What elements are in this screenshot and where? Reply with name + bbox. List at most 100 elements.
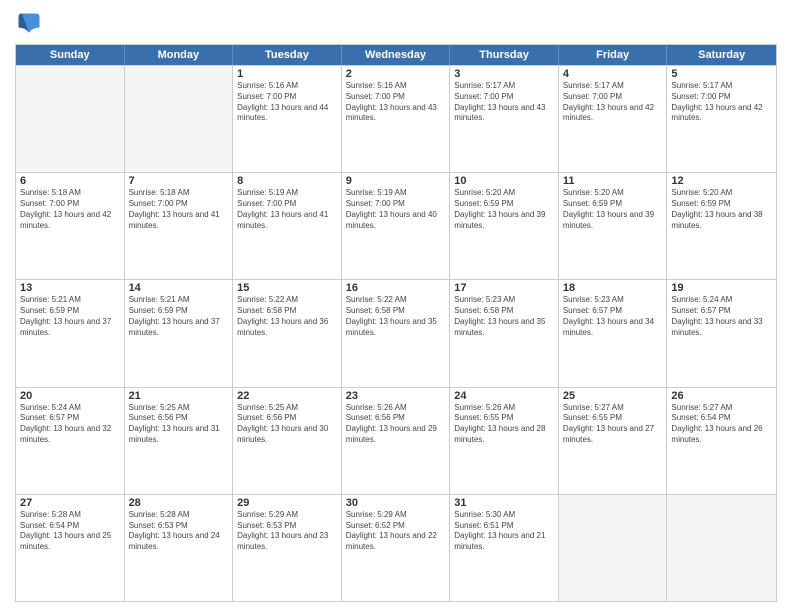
calendar-cell: 28Sunrise: 5:28 AMSunset: 6:53 PMDayligh…: [125, 495, 234, 601]
calendar-cell: [559, 495, 668, 601]
calendar-cell: 29Sunrise: 5:29 AMSunset: 6:53 PMDayligh…: [233, 495, 342, 601]
calendar-cell: 2Sunrise: 5:16 AMSunset: 7:00 PMDaylight…: [342, 66, 451, 172]
calendar-header: SundayMondayTuesdayWednesdayThursdayFrid…: [16, 45, 776, 65]
calendar-cell: 23Sunrise: 5:26 AMSunset: 6:56 PMDayligh…: [342, 388, 451, 494]
day-number: 29: [237, 497, 337, 509]
calendar-cell: 25Sunrise: 5:27 AMSunset: 6:55 PMDayligh…: [559, 388, 668, 494]
day-info: Sunrise: 5:20 AMSunset: 6:59 PMDaylight:…: [454, 188, 554, 231]
day-number: 22: [237, 390, 337, 402]
calendar-body: 1Sunrise: 5:16 AMSunset: 7:00 PMDaylight…: [16, 65, 776, 601]
calendar-row-1: 1Sunrise: 5:16 AMSunset: 7:00 PMDaylight…: [16, 65, 776, 172]
day-info: Sunrise: 5:21 AMSunset: 6:59 PMDaylight:…: [20, 295, 120, 338]
day-info: Sunrise: 5:25 AMSunset: 6:56 PMDaylight:…: [129, 403, 229, 446]
day-number: 10: [454, 175, 554, 187]
day-info: Sunrise: 5:23 AMSunset: 6:58 PMDaylight:…: [454, 295, 554, 338]
day-number: 8: [237, 175, 337, 187]
day-info: Sunrise: 5:20 AMSunset: 6:59 PMDaylight:…: [563, 188, 663, 231]
day-number: 14: [129, 282, 229, 294]
logo-icon: [15, 10, 43, 38]
calendar-cell: 9Sunrise: 5:19 AMSunset: 7:00 PMDaylight…: [342, 173, 451, 279]
calendar-cell: 5Sunrise: 5:17 AMSunset: 7:00 PMDaylight…: [667, 66, 776, 172]
day-info: Sunrise: 5:26 AMSunset: 6:55 PMDaylight:…: [454, 403, 554, 446]
calendar-cell: 17Sunrise: 5:23 AMSunset: 6:58 PMDayligh…: [450, 280, 559, 386]
logo: [15, 10, 47, 38]
day-info: Sunrise: 5:29 AMSunset: 6:53 PMDaylight:…: [237, 510, 337, 553]
day-number: 6: [20, 175, 120, 187]
day-info: Sunrise: 5:16 AMSunset: 7:00 PMDaylight:…: [237, 81, 337, 124]
calendar-cell: 7Sunrise: 5:18 AMSunset: 7:00 PMDaylight…: [125, 173, 234, 279]
header-day-wednesday: Wednesday: [342, 45, 451, 65]
calendar-row-2: 6Sunrise: 5:18 AMSunset: 7:00 PMDaylight…: [16, 172, 776, 279]
calendar-cell: 10Sunrise: 5:20 AMSunset: 6:59 PMDayligh…: [450, 173, 559, 279]
calendar-cell: 14Sunrise: 5:21 AMSunset: 6:59 PMDayligh…: [125, 280, 234, 386]
day-number: 18: [563, 282, 663, 294]
day-number: 1: [237, 68, 337, 80]
day-number: 15: [237, 282, 337, 294]
day-number: 11: [563, 175, 663, 187]
calendar-row-3: 13Sunrise: 5:21 AMSunset: 6:59 PMDayligh…: [16, 279, 776, 386]
day-number: 12: [671, 175, 772, 187]
calendar-cell: 26Sunrise: 5:27 AMSunset: 6:54 PMDayligh…: [667, 388, 776, 494]
day-info: Sunrise: 5:29 AMSunset: 6:52 PMDaylight:…: [346, 510, 446, 553]
day-info: Sunrise: 5:27 AMSunset: 6:55 PMDaylight:…: [563, 403, 663, 446]
calendar-cell: 15Sunrise: 5:22 AMSunset: 6:58 PMDayligh…: [233, 280, 342, 386]
calendar-cell: [16, 66, 125, 172]
calendar-cell: 3Sunrise: 5:17 AMSunset: 7:00 PMDaylight…: [450, 66, 559, 172]
page: SundayMondayTuesdayWednesdayThursdayFrid…: [0, 0, 792, 612]
calendar-cell: 27Sunrise: 5:28 AMSunset: 6:54 PMDayligh…: [16, 495, 125, 601]
calendar-cell: 31Sunrise: 5:30 AMSunset: 6:51 PMDayligh…: [450, 495, 559, 601]
day-info: Sunrise: 5:26 AMSunset: 6:56 PMDaylight:…: [346, 403, 446, 446]
day-number: 23: [346, 390, 446, 402]
calendar-row-4: 20Sunrise: 5:24 AMSunset: 6:57 PMDayligh…: [16, 387, 776, 494]
day-info: Sunrise: 5:18 AMSunset: 7:00 PMDaylight:…: [129, 188, 229, 231]
day-number: 2: [346, 68, 446, 80]
calendar-cell: 1Sunrise: 5:16 AMSunset: 7:00 PMDaylight…: [233, 66, 342, 172]
day-info: Sunrise: 5:23 AMSunset: 6:57 PMDaylight:…: [563, 295, 663, 338]
calendar-cell: 30Sunrise: 5:29 AMSunset: 6:52 PMDayligh…: [342, 495, 451, 601]
day-info: Sunrise: 5:17 AMSunset: 7:00 PMDaylight:…: [454, 81, 554, 124]
header-day-friday: Friday: [559, 45, 668, 65]
day-number: 17: [454, 282, 554, 294]
calendar-row-5: 27Sunrise: 5:28 AMSunset: 6:54 PMDayligh…: [16, 494, 776, 601]
day-info: Sunrise: 5:28 AMSunset: 6:53 PMDaylight:…: [129, 510, 229, 553]
day-info: Sunrise: 5:22 AMSunset: 6:58 PMDaylight:…: [346, 295, 446, 338]
day-info: Sunrise: 5:30 AMSunset: 6:51 PMDaylight:…: [454, 510, 554, 553]
calendar-cell: [667, 495, 776, 601]
day-number: 28: [129, 497, 229, 509]
day-info: Sunrise: 5:21 AMSunset: 6:59 PMDaylight:…: [129, 295, 229, 338]
calendar-cell: 24Sunrise: 5:26 AMSunset: 6:55 PMDayligh…: [450, 388, 559, 494]
calendar-cell: 16Sunrise: 5:22 AMSunset: 6:58 PMDayligh…: [342, 280, 451, 386]
calendar-cell: 18Sunrise: 5:23 AMSunset: 6:57 PMDayligh…: [559, 280, 668, 386]
day-number: 4: [563, 68, 663, 80]
calendar-cell: 8Sunrise: 5:19 AMSunset: 7:00 PMDaylight…: [233, 173, 342, 279]
day-info: Sunrise: 5:16 AMSunset: 7:00 PMDaylight:…: [346, 81, 446, 124]
day-number: 27: [20, 497, 120, 509]
header-day-thursday: Thursday: [450, 45, 559, 65]
calendar: SundayMondayTuesdayWednesdayThursdayFrid…: [15, 44, 777, 602]
calendar-cell: [125, 66, 234, 172]
calendar-cell: 6Sunrise: 5:18 AMSunset: 7:00 PMDaylight…: [16, 173, 125, 279]
day-number: 20: [20, 390, 120, 402]
calendar-cell: 13Sunrise: 5:21 AMSunset: 6:59 PMDayligh…: [16, 280, 125, 386]
day-info: Sunrise: 5:18 AMSunset: 7:00 PMDaylight:…: [20, 188, 120, 231]
day-info: Sunrise: 5:28 AMSunset: 6:54 PMDaylight:…: [20, 510, 120, 553]
day-number: 26: [671, 390, 772, 402]
calendar-cell: 20Sunrise: 5:24 AMSunset: 6:57 PMDayligh…: [16, 388, 125, 494]
day-number: 24: [454, 390, 554, 402]
day-number: 13: [20, 282, 120, 294]
header-day-tuesday: Tuesday: [233, 45, 342, 65]
calendar-cell: 19Sunrise: 5:24 AMSunset: 6:57 PMDayligh…: [667, 280, 776, 386]
day-info: Sunrise: 5:17 AMSunset: 7:00 PMDaylight:…: [671, 81, 772, 124]
day-number: 31: [454, 497, 554, 509]
day-number: 30: [346, 497, 446, 509]
day-info: Sunrise: 5:20 AMSunset: 6:59 PMDaylight:…: [671, 188, 772, 231]
header-day-sunday: Sunday: [16, 45, 125, 65]
day-number: 21: [129, 390, 229, 402]
day-info: Sunrise: 5:19 AMSunset: 7:00 PMDaylight:…: [346, 188, 446, 231]
day-number: 16: [346, 282, 446, 294]
day-info: Sunrise: 5:27 AMSunset: 6:54 PMDaylight:…: [671, 403, 772, 446]
day-info: Sunrise: 5:19 AMSunset: 7:00 PMDaylight:…: [237, 188, 337, 231]
calendar-cell: 4Sunrise: 5:17 AMSunset: 7:00 PMDaylight…: [559, 66, 668, 172]
day-number: 3: [454, 68, 554, 80]
day-info: Sunrise: 5:22 AMSunset: 6:58 PMDaylight:…: [237, 295, 337, 338]
